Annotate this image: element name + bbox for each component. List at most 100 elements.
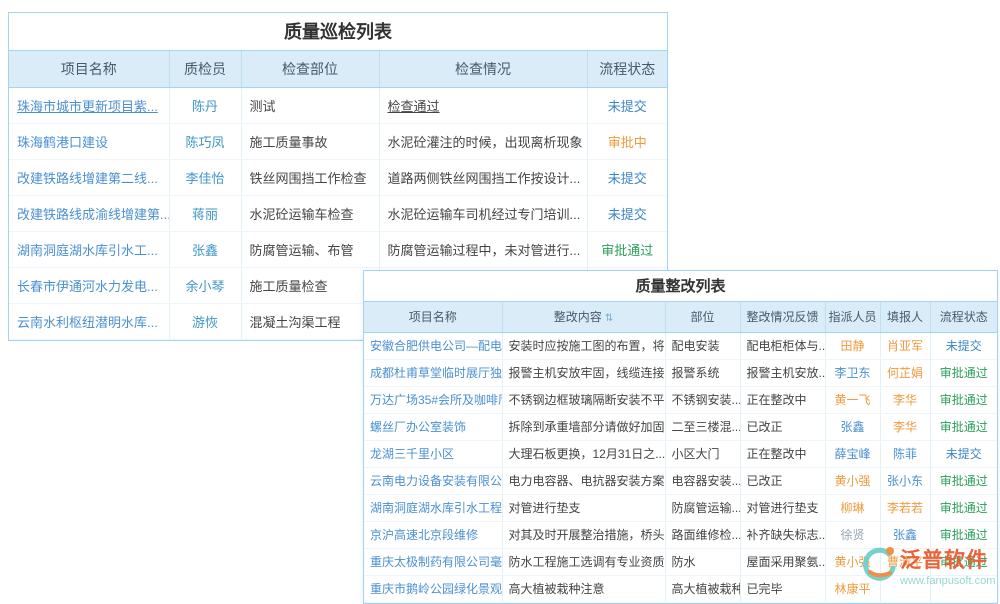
- inspector-cell: 余小琴: [169, 267, 241, 303]
- status-badge: 审批中: [587, 123, 667, 159]
- inspector-cell: 李佳怡: [169, 159, 241, 195]
- table-row[interactable]: 螺丝厂办公室装饰 拆除到承重墙部分请做好加固... 二至三楼混... 已改正 张…: [364, 413, 997, 440]
- part-cell: 路面维修检...: [665, 521, 740, 548]
- status-badge: 审批通过: [587, 231, 667, 267]
- table-row[interactable]: 云南电力设备安装有限公司20... 电力电容器、电抗器安装方案... 电容器安装…: [364, 467, 997, 494]
- project-name-link[interactable]: 京沪高速北京段维修: [364, 521, 502, 548]
- status-badge: 未提交: [930, 332, 997, 359]
- content-cell: 高大植被栽种注意: [502, 575, 665, 602]
- inspector-cell: 张鑫: [169, 231, 241, 267]
- reporter-cell: 肖亚军: [880, 332, 930, 359]
- part-cell: 不锈钢安装...: [665, 386, 740, 413]
- column-header-situation: 检查情况: [379, 51, 587, 87]
- project-name-link[interactable]: 长春市伊通河水力发电...: [9, 267, 169, 303]
- inspector-cell: 蒋丽: [169, 195, 241, 231]
- table-row[interactable]: 成都杜甫草堂临时展厅独立展... 报警主机安放牢固，线缆连接... 报警系统 报…: [364, 359, 997, 386]
- project-name-link[interactable]: 云南电力设备安装有限公司20...: [364, 467, 502, 494]
- feedback-cell: 对管进行垫支: [740, 494, 825, 521]
- status-badge: 未提交: [587, 195, 667, 231]
- column-header-feedback: 整改情况反馈: [740, 302, 825, 332]
- table-row[interactable]: 珠海鹤港口建设 陈巧凤 施工质量事故 水泥砼灌注的时候，出现离析现象 审批中: [9, 123, 667, 159]
- situation-cell: 防腐管运输过程中，未对管进行...: [379, 231, 587, 267]
- content-cell: 安装时应按施工图的布置，将...: [502, 332, 665, 359]
- table-row[interactable]: 改建铁路线成渝线增建第... 蒋丽 水泥砼运输车检查 水泥砼运输车司机经过专门培…: [9, 195, 667, 231]
- assignee-cell: 黄小强: [825, 467, 880, 494]
- table-row[interactable]: 湖南洞庭湖水库引水工程施工标 对管进行垫支 防腐管运输... 对管进行垫支 柳琳…: [364, 494, 997, 521]
- situation-cell: 检查通过: [379, 87, 587, 123]
- project-name-link[interactable]: 成都杜甫草堂临时展厅独立展...: [364, 359, 502, 386]
- table-row[interactable]: 珠海市城市更新项目紫... 陈丹 测试 检查通过 未提交: [9, 87, 667, 123]
- reporter-cell: 何芷娟: [880, 359, 930, 386]
- column-header-part: 部位: [665, 302, 740, 332]
- project-name-link[interactable]: 螺丝厂办公室装饰: [364, 413, 502, 440]
- part-cell: 施工质量检查: [241, 267, 379, 303]
- content-cell: 防水工程施工选调有专业资质...: [502, 548, 665, 575]
- part-cell: 防腐管运输...: [665, 494, 740, 521]
- content-cell: 拆除到承重墙部分请做好加固...: [502, 413, 665, 440]
- project-name-link[interactable]: 湖南洞庭湖水库引水工程施工标: [364, 494, 502, 521]
- part-cell: 高大植被栽种: [665, 575, 740, 602]
- table-row[interactable]: 湖南洞庭湖水库引水工... 张鑫 防腐管运输、布管 防腐管运输过程中，未对管进行…: [9, 231, 667, 267]
- status-badge: 审批通过: [930, 467, 997, 494]
- reporter-cell: 李若若: [880, 494, 930, 521]
- reporter-cell: 李华: [880, 386, 930, 413]
- feedback-cell: 屋面采用聚氨...: [740, 548, 825, 575]
- project-name-link[interactable]: 湖南洞庭湖水库引水工...: [9, 231, 169, 267]
- brand-name: 泛普软件: [900, 544, 995, 574]
- column-header-reporter: 填报人: [880, 302, 930, 332]
- project-name-link[interactable]: 改建铁路线增建第二线...: [9, 159, 169, 195]
- table-row[interactable]: 改建铁路线增建第二线... 李佳怡 铁丝网围挡工作检查 道路两侧铁丝网围挡工作按…: [9, 159, 667, 195]
- status-badge: 审批通过: [930, 359, 997, 386]
- column-header-part: 检查部位: [241, 51, 379, 87]
- rectification-header-row: 项目名称 整改内容⇅ 部位 整改情况反馈 指派人员 填报人 流程状态: [364, 302, 997, 332]
- part-cell: 防腐管运输、布管: [241, 231, 379, 267]
- feedback-cell: 正在整改中: [740, 386, 825, 413]
- status-badge: 未提交: [930, 440, 997, 467]
- project-name-link[interactable]: 珠海鹤港口建设: [9, 123, 169, 159]
- assignee-cell: 薛宝峰: [825, 440, 880, 467]
- project-name-link[interactable]: 龙湖三千里小区: [364, 440, 502, 467]
- column-header-content[interactable]: 整改内容⇅: [502, 302, 665, 332]
- column-header-inspector: 质检员: [169, 51, 241, 87]
- reporter-cell: 张小东: [880, 467, 930, 494]
- rectification-panel-title: 质量整改列表: [364, 271, 997, 302]
- project-name-link[interactable]: 珠海市城市更新项目紫...: [9, 87, 169, 123]
- assignee-cell: 张鑫: [825, 413, 880, 440]
- content-cell: 对其及时开展整治措施，桥头...: [502, 521, 665, 548]
- inspection-panel-title: 质量巡检列表: [9, 13, 667, 51]
- project-name-link[interactable]: 安徽合肥供电公司—配电设备...: [364, 332, 502, 359]
- part-cell: 测试: [241, 87, 379, 123]
- project-name-link[interactable]: 云南水利枢纽潜明水库...: [9, 303, 169, 339]
- content-cell: 对管进行垫支: [502, 494, 665, 521]
- status-badge: 未提交: [587, 159, 667, 195]
- column-header-assignee: 指派人员: [825, 302, 880, 332]
- project-name-link[interactable]: 重庆太极制药有限公司毫州中...: [364, 548, 502, 575]
- part-cell: 铁丝网围挡工作检查: [241, 159, 379, 195]
- watermark-text: 泛普软件 www.fanpusoft.com: [900, 544, 995, 587]
- status-badge: 审批通过: [930, 413, 997, 440]
- part-cell: 水泥砼运输车检查: [241, 195, 379, 231]
- table-row[interactable]: 万达广场35#会所及咖啡厅空... 不锈钢边框玻璃隔断安装不平... 不锈钢安装…: [364, 386, 997, 413]
- feedback-cell: 补齐缺失标志...: [740, 521, 825, 548]
- situation-cell: 水泥砼运输车司机经过专门培训...: [379, 195, 587, 231]
- content-cell: 报警主机安放牢固，线缆连接...: [502, 359, 665, 386]
- reporter-cell: 李华: [880, 413, 930, 440]
- table-row[interactable]: 安徽合肥供电公司—配电设备... 安装时应按施工图的布置，将... 配电安装 配…: [364, 332, 997, 359]
- content-cell: 大理石板更换，12月31日之...: [502, 440, 665, 467]
- column-header-status: 流程状态: [930, 302, 997, 332]
- status-badge: 审批通过: [930, 386, 997, 413]
- assignee-cell: 黄一飞: [825, 386, 880, 413]
- part-cell: 混凝土沟渠工程: [241, 303, 379, 339]
- feedback-cell: 报警主机安放...: [740, 359, 825, 386]
- project-name-link[interactable]: 重庆市鹅岭公园绿化景观提升...: [364, 575, 502, 602]
- inspection-header-row: 项目名称 质检员 检查部位 检查情况 流程状态: [9, 51, 667, 87]
- feedback-cell: 已完毕: [740, 575, 825, 602]
- part-cell: 配电安装: [665, 332, 740, 359]
- project-name-link[interactable]: 改建铁路线成渝线增建第...: [9, 195, 169, 231]
- assignee-cell: 李卫东: [825, 359, 880, 386]
- project-name-link[interactable]: 万达广场35#会所及咖啡厅空...: [364, 386, 502, 413]
- inspector-cell: 陈巧凤: [169, 123, 241, 159]
- brand-url: www.fanpusoft.com: [900, 575, 995, 587]
- table-row[interactable]: 龙湖三千里小区 大理石板更换，12月31日之... 小区大门 正在整改中 薛宝峰…: [364, 440, 997, 467]
- sort-icon[interactable]: ⇅: [605, 313, 613, 324]
